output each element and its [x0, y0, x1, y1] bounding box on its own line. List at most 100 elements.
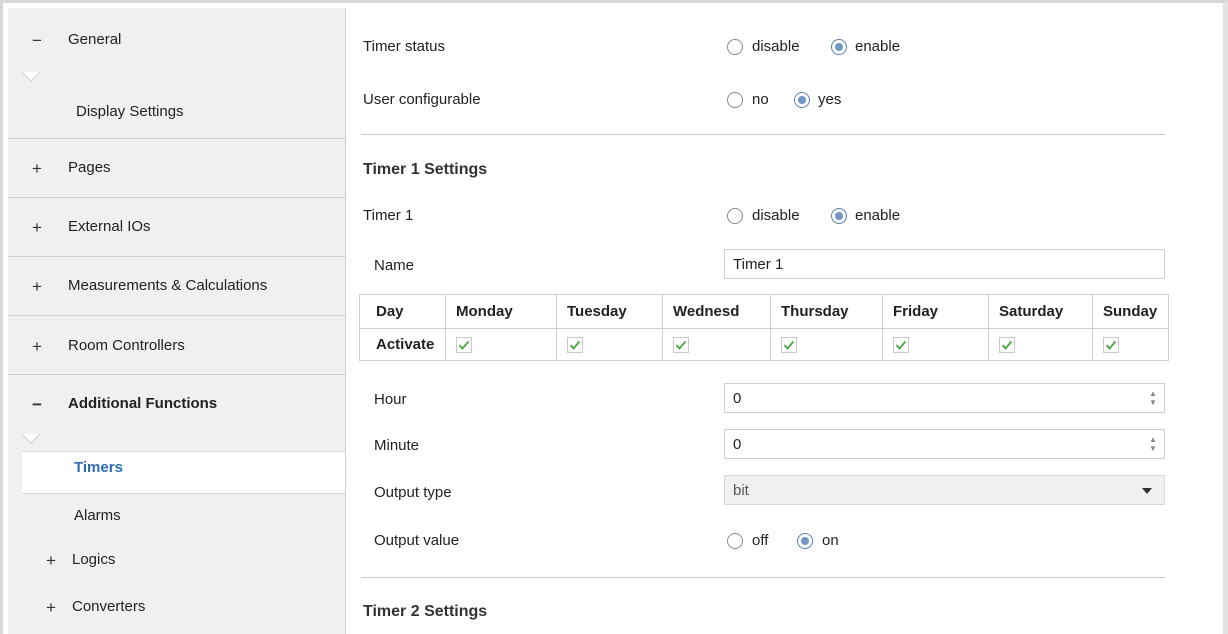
output-value-label: Output value	[374, 532, 460, 549]
activate-row: Activate	[359, 328, 1169, 361]
tuesday-checkbox[interactable]	[567, 337, 583, 354]
name-input[interactable]: Timer 1	[724, 249, 1165, 279]
sidebar-item-timers[interactable]: Timers	[8, 459, 345, 483]
radio-label: off	[752, 532, 769, 549]
sidebar-item-label: Additional Functions	[68, 395, 218, 412]
output-type-select[interactable]: bit	[724, 475, 1165, 505]
sidebar-item-label: External IOs	[68, 218, 151, 235]
friday-header: Friday	[882, 294, 989, 329]
checkmark-icon	[895, 340, 907, 350]
minute-value: 0	[733, 436, 742, 453]
radio-label: enable	[855, 207, 901, 224]
checkmark-icon	[1001, 340, 1013, 350]
hour-input[interactable]: 0 ▲ ▼	[724, 383, 1165, 413]
expand-icon: +	[32, 159, 42, 178]
thursday-header: Thursday	[770, 294, 883, 329]
sidebar-item-label: Logics	[72, 551, 116, 568]
sidebar-item-general[interactable]: − General	[8, 31, 345, 55]
checkmark-icon	[783, 340, 795, 350]
output-type-label: Output type	[374, 484, 452, 501]
monday-header: Monday	[445, 294, 557, 329]
divider	[361, 577, 1165, 578]
name-label: Name	[374, 257, 415, 274]
radio-label: disable	[752, 207, 800, 224]
sidebar-item-external-ios[interactable]: + External IOs	[8, 218, 345, 242]
friday-cell	[882, 328, 989, 361]
sunday-cell	[1092, 328, 1169, 361]
tree-notch	[22, 434, 40, 444]
sidebar-item-display-settings[interactable]: Display Settings	[8, 103, 345, 127]
activate-label: Activate	[359, 328, 446, 361]
sidebar-item-alarms[interactable]: Alarms	[8, 507, 345, 531]
expand-icon: +	[32, 277, 42, 296]
checkmark-icon	[569, 340, 581, 350]
sunday-header: Sunday	[1092, 294, 1169, 329]
monday-checkbox[interactable]	[456, 337, 472, 354]
sidebar-item-room-controllers[interactable]: + Room Controllers	[8, 337, 345, 361]
sidebar-item-pages[interactable]: + Pages	[8, 159, 345, 183]
saturday-checkbox[interactable]	[999, 337, 1015, 354]
user-configurable-yes-radio[interactable]	[794, 92, 810, 108]
sidebar-item-label: Timers	[74, 459, 123, 476]
expand-icon: +	[32, 218, 42, 237]
sunday-checkbox[interactable]	[1103, 337, 1119, 354]
checkmark-icon	[675, 340, 687, 350]
divider	[8, 197, 345, 198]
days-table: Day Monday Tuesday Wednesd Thursday Frid…	[359, 294, 1169, 361]
output-type-value: bit	[733, 482, 749, 499]
expand-icon: +	[46, 598, 56, 617]
sidebar-item-label: General	[68, 31, 122, 48]
timer1-disable-radio[interactable]	[727, 208, 743, 224]
sidebar-item-label: Room Controllers	[68, 337, 185, 354]
wednesday-checkbox[interactable]	[673, 337, 689, 354]
minute-input[interactable]: 0 ▲ ▼	[724, 429, 1165, 459]
timer2-section-title: Timer 2 Settings	[363, 603, 488, 620]
friday-checkbox[interactable]	[893, 337, 909, 354]
chevron-down-icon	[1142, 488, 1152, 494]
divider	[8, 138, 345, 139]
collapse-icon: −	[32, 31, 42, 50]
radio-label: enable	[855, 38, 901, 55]
sidebar-item-label: Converters	[72, 598, 146, 615]
divider	[8, 315, 345, 316]
user-configurable-no-radio[interactable]	[727, 92, 743, 108]
timer-status-enable-radio[interactable]	[831, 39, 847, 55]
sidebar-item-measurements[interactable]: + Measurements & Calculations	[8, 277, 345, 301]
day-header: Day	[359, 294, 446, 329]
sidebar-item-converters[interactable]: + Converters	[8, 598, 345, 622]
minute-label: Minute	[374, 437, 420, 454]
user-configurable-label: User configurable	[363, 91, 481, 108]
collapse-icon: −	[32, 395, 42, 414]
thursday-checkbox[interactable]	[781, 337, 797, 354]
tuesday-header: Tuesday	[556, 294, 663, 329]
sidebar-item-additional-functions[interactable]: − Additional Functions	[8, 395, 345, 419]
sidebar-item-label: Pages	[68, 159, 111, 176]
timer1-label: Timer 1	[363, 207, 414, 224]
sidebar-item-label: Measurements & Calculations	[68, 277, 268, 294]
tree-notch	[22, 72, 40, 82]
spinner-icon[interactable]: ▲ ▼	[1148, 435, 1158, 453]
divider	[361, 134, 1165, 135]
wednesday-header: Wednesd	[662, 294, 771, 329]
timer1-section-title: Timer 1 Settings	[363, 161, 488, 178]
sidebar-item-logics[interactable]: + Logics	[8, 551, 345, 575]
thursday-cell	[770, 328, 883, 361]
saturday-cell	[988, 328, 1093, 361]
radio-label: disable	[752, 38, 800, 55]
hour-label: Hour	[374, 391, 407, 408]
settings-panel: Timer status disable enable User configu…	[346, 8, 1216, 634]
sidebar-item-label: Alarms	[74, 507, 121, 524]
tuesday-cell	[556, 328, 663, 361]
spinner-icon[interactable]: ▲ ▼	[1148, 389, 1158, 407]
saturday-header: Saturday	[988, 294, 1093, 329]
radio-label: on	[822, 532, 839, 549]
checkmark-icon	[1105, 340, 1117, 350]
days-header-row: Day Monday Tuesday Wednesd Thursday Frid…	[359, 294, 1169, 329]
output-value-off-radio[interactable]	[727, 533, 743, 549]
timer-status-disable-radio[interactable]	[727, 39, 743, 55]
output-value-on-radio[interactable]	[797, 533, 813, 549]
divider	[8, 374, 345, 375]
wednesday-cell	[662, 328, 771, 361]
hour-value: 0	[733, 390, 742, 407]
timer1-enable-radio[interactable]	[831, 208, 847, 224]
